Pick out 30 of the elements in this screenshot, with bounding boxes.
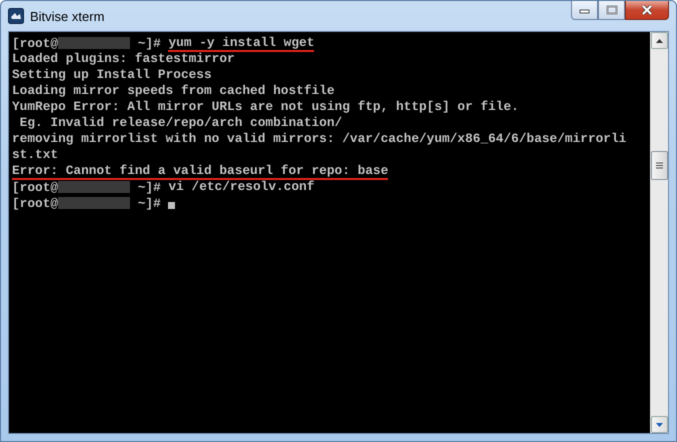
output-text: YumRepo Error: All mirror URLs are not using ftp, http[s] or file.	[12, 98, 519, 114]
scrollbar[interactable]	[650, 32, 668, 433]
prompt-text: ~]#	[136, 196, 162, 210]
output-text: st.txt	[12, 146, 58, 162]
close-button[interactable]	[625, 1, 669, 20]
app-icon	[8, 8, 24, 24]
scrollbar-thumb[interactable]	[651, 151, 668, 180]
down-arrow-icon	[656, 422, 663, 426]
output-text: Setting up Install Process	[12, 66, 212, 82]
minimize-button[interactable]	[571, 1, 598, 20]
grip-icon	[656, 162, 663, 169]
prompt-text: [root@	[12, 180, 58, 194]
maximize-button[interactable]	[598, 1, 625, 20]
prompt-text: [root@	[12, 196, 58, 210]
output-text: Loaded plugins: fastestmirror	[12, 50, 235, 66]
up-arrow-icon	[656, 38, 663, 42]
scroll-down-button[interactable]	[651, 416, 668, 433]
scroll-up-button[interactable]	[651, 32, 668, 49]
prompt-text: ~]#	[136, 36, 162, 50]
command-text: yum -y install wget	[168, 34, 314, 50]
command-text: vi /etc/resolv.conf	[168, 178, 314, 194]
output-text: Loading mirror speeds from cached hostfile	[12, 82, 335, 98]
window-title: Bitvise xterm	[30, 8, 104, 24]
output-text: Eg. Invalid release/repo/arch combination/	[18, 114, 342, 130]
output-text: removing mirrorlist with no valid mirrors: /var/cache/yum/x86_64/6/base/mirrorli	[12, 130, 626, 146]
close-icon	[640, 4, 654, 16]
prompt-text: ~]#	[136, 180, 162, 194]
maximize-icon	[606, 5, 618, 15]
prompt-text: [root@	[12, 36, 58, 50]
output-text: Error: Cannot find a valid baseurl for repo: base	[12, 162, 388, 178]
